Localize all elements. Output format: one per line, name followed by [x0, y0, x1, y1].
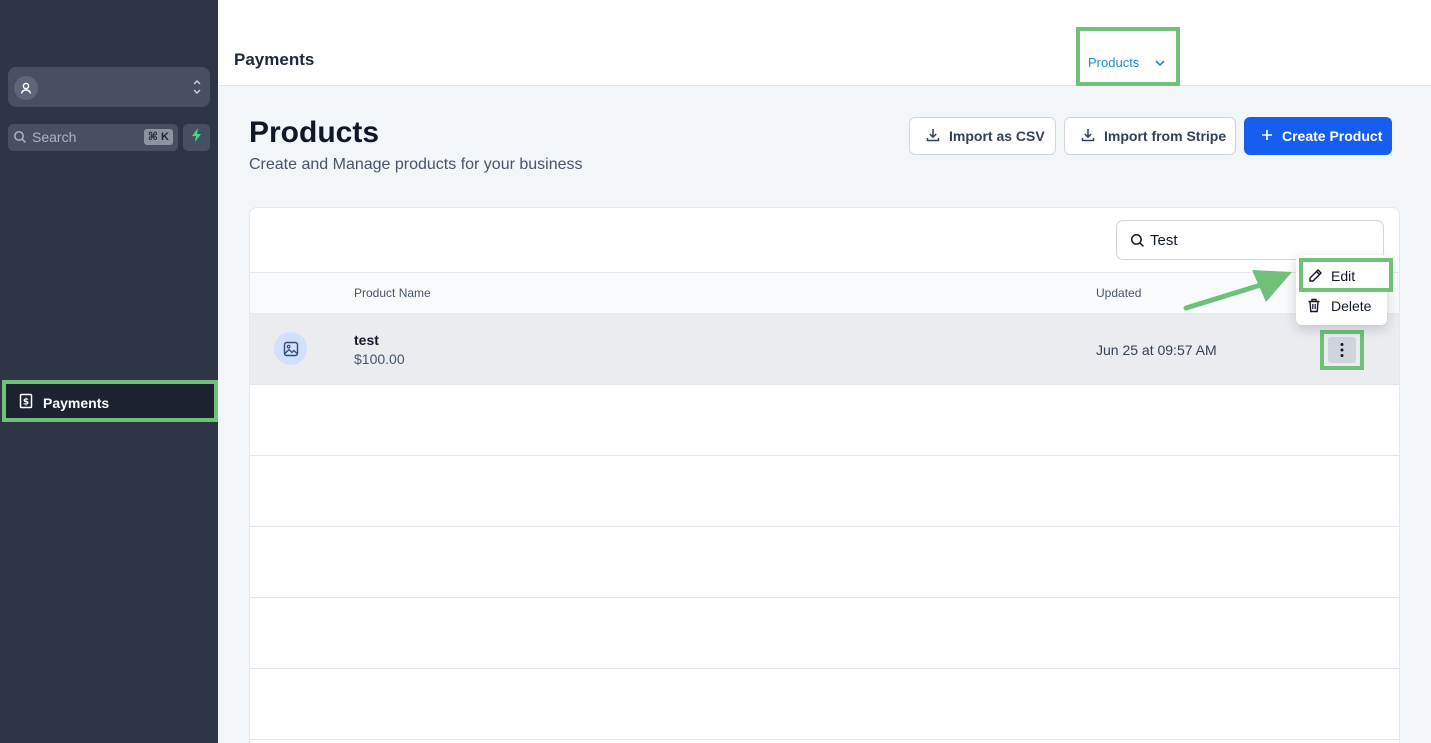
column-header-product-name: Product Name	[354, 286, 431, 300]
user-icon	[14, 76, 38, 100]
search-icon	[1130, 233, 1145, 252]
table-search-input[interactable]: Test	[1116, 220, 1384, 260]
download-icon	[1081, 128, 1095, 145]
import-csv-button[interactable]: Import as CSV	[909, 117, 1056, 155]
sidebar-search-placeholder: Search	[32, 129, 77, 145]
create-product-button[interactable]: Create Product	[1244, 117, 1392, 155]
menu-item-label: Delete	[1331, 298, 1372, 314]
page-subtitle: Create and Manage products for your busi…	[249, 156, 583, 173]
product-name: test	[354, 332, 379, 348]
search-icon	[13, 130, 27, 147]
sidebar-item-payments[interactable]: $ Payments	[2, 380, 218, 422]
shortcut-badge: ⌘ K	[143, 129, 173, 145]
account-switcher[interactable]	[8, 67, 210, 107]
trash-icon	[1307, 298, 1321, 316]
column-header-updated: Updated	[1096, 286, 1142, 300]
bolt-icon	[191, 128, 203, 147]
import-stripe-button[interactable]: Import from Stripe	[1064, 117, 1236, 155]
empty-row	[250, 598, 1399, 669]
empty-row	[250, 527, 1399, 598]
product-updated: Jun 25 at 09:57 AM	[1096, 342, 1217, 358]
receipt-icon: $	[19, 393, 33, 412]
top-bar: Payments Products	[218, 0, 1431, 86]
menu-item-edit[interactable]: Edit	[1299, 258, 1393, 292]
products-dropdown[interactable]: Products	[1076, 27, 1180, 86]
product-price: $100.00	[354, 351, 405, 367]
image-placeholder-icon	[274, 332, 307, 365]
annotation-arrow-icon	[1183, 270, 1292, 311]
empty-row	[250, 669, 1399, 740]
page-title: Products	[249, 116, 380, 149]
import-stripe-label: Import from Stripe	[1104, 128, 1227, 144]
chevron-down-icon	[1154, 56, 1166, 71]
pencil-icon	[1308, 268, 1323, 286]
sidebar-item-label: Payments	[43, 395, 110, 411]
svg-text:$: $	[23, 398, 29, 408]
sidebar-search[interactable]: Search ⌘ K	[8, 124, 178, 151]
quick-action-button[interactable]	[183, 124, 210, 151]
create-product-label: Create Product	[1282, 128, 1383, 144]
menu-item-label: Edit	[1331, 268, 1356, 284]
import-csv-label: Import as CSV	[949, 128, 1045, 144]
table-search-value: Test	[1150, 232, 1178, 249]
download-icon	[926, 128, 940, 145]
empty-row	[250, 456, 1399, 527]
empty-row	[250, 385, 1399, 456]
plus-icon	[1261, 128, 1273, 144]
row-actions-menu: Edit Delete	[1296, 255, 1393, 325]
chevron-up-down-icon	[192, 78, 202, 101]
sidebar: Search ⌘ K $ Payments	[0, 0, 218, 743]
section-title: Payments	[234, 50, 315, 69]
menu-item-delete[interactable]: Delete	[1296, 293, 1387, 321]
kebab-menu-icon	[1328, 337, 1356, 363]
table-row[interactable]: test $100.00 Jun 25 at 09:57 AM	[250, 314, 1399, 385]
row-actions-button[interactable]	[1320, 330, 1364, 370]
products-dropdown-label: Products	[1088, 55, 1140, 70]
